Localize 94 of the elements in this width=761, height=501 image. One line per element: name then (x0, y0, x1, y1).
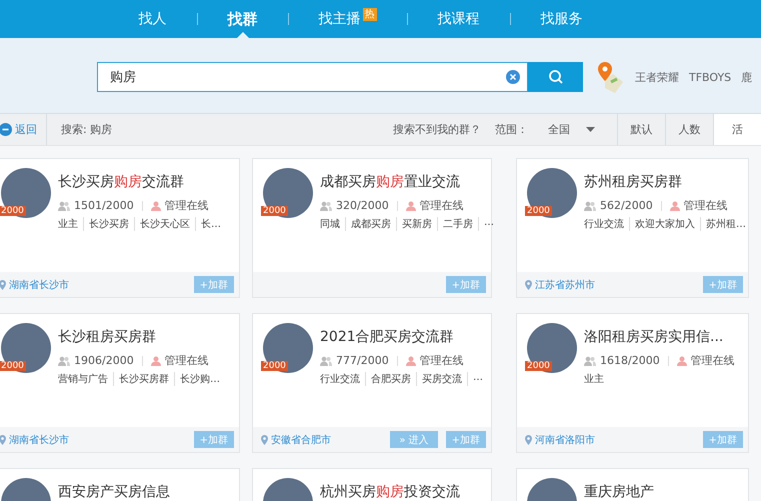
member-count: 320/2000 (336, 199, 389, 212)
admin-icon (670, 200, 680, 210)
location-pin-icon (525, 434, 532, 444)
location-link[interactable]: 安徽省合肥市 (261, 432, 331, 446)
group-tag: 买房交流 (416, 372, 462, 386)
admin-status: 管理在线 (164, 198, 209, 213)
group-tag: 欢迎大家加入 (629, 217, 695, 231)
admin-status: 管理在线 (420, 198, 464, 213)
hot-search-link[interactable]: TFBOYS (689, 70, 732, 84)
search-icon (548, 69, 564, 85)
sort-tab[interactable]: 活 (713, 114, 761, 145)
capacity-badge: 2000 (0, 361, 26, 371)
group-card[interactable]: 2000 长沙租房买房群 1906/2000 管理在线 营销与广告 长沙买房群 长沙购… 湖南省长沙市 +加群 (0, 313, 240, 453)
group-tag: 二手房 (437, 217, 473, 231)
scope-label: 范围： (495, 122, 528, 137)
group-tag: 同城 (320, 217, 340, 231)
admin-status: 管理在线 (690, 353, 735, 368)
member-count: 1906/2000 (74, 354, 134, 367)
group-card[interactable]: 重庆房地产 (516, 468, 749, 501)
capacity-badge: 2000 (525, 361, 552, 371)
members-icon (58, 356, 70, 366)
admin-icon (406, 356, 416, 366)
admin-icon (150, 200, 161, 210)
group-tag: 业主 (58, 217, 78, 231)
search-button[interactable] (528, 62, 583, 92)
group-tag: 长沙购… (174, 372, 220, 386)
admin-status: 管理在线 (420, 353, 464, 368)
scope-dropdown[interactable]: 全国 (542, 121, 601, 138)
map-pin-icon[interactable] (597, 60, 625, 94)
admin-icon (406, 200, 416, 210)
group-tag: … (478, 217, 494, 231)
members-icon (58, 200, 70, 210)
admin-status: 管理在线 (684, 198, 728, 213)
location-pin-icon (525, 280, 532, 290)
member-count: 777/2000 (336, 354, 389, 367)
hot-search-link[interactable]: 鹿 (741, 70, 752, 84)
group-card[interactable]: 2000 苏州租房买房群 562/2000 管理在线 行业交流 欢迎大家加入 苏州租… 江苏省苏州市 +加群 (516, 158, 749, 298)
group-title[interactable]: 2021合肥买房交流群 (320, 328, 483, 346)
group-title[interactable]: 洛阳租房买房实用信... (584, 328, 735, 346)
admin-status: 管理在线 (164, 353, 209, 368)
group-tag: 长沙天心区 (134, 217, 190, 231)
group-tag: 成都买房 (345, 217, 391, 231)
location-pin-icon (0, 280, 6, 290)
caret-icon (586, 127, 595, 132)
capacity-badge: 2000 (0, 206, 26, 216)
admin-icon (150, 356, 161, 366)
group-tag: 苏州租… (700, 217, 746, 231)
group-card[interactable]: 2000 洛阳租房买房实用信... 1618/2000 管理在线 业主 河南省洛阳市 +加群 (516, 313, 749, 453)
members-icon (584, 200, 596, 210)
group-title[interactable]: 成都买房购房置业交流 (320, 173, 491, 191)
member-count: 1501/2000 (74, 199, 134, 212)
search-field[interactable]: 购房 (97, 62, 528, 92)
admin-icon (676, 356, 687, 366)
clear-icon[interactable] (506, 70, 520, 84)
location-link[interactable]: 江苏省苏州市 (525, 278, 595, 292)
member-count: 1618/2000 (600, 354, 660, 367)
group-tag: 长… (195, 217, 221, 231)
group-card[interactable]: 西安房产买房信息 (0, 468, 240, 501)
group-tag: 业主 (584, 372, 604, 386)
group-tag: 合肥买房 (365, 372, 411, 386)
location-link[interactable]: 河南省洛阳市 (525, 432, 595, 446)
hot-search-link[interactable]: 王者荣耀 (635, 70, 679, 84)
capacity-badge: 2000 (261, 206, 288, 216)
group-tag: 买新房 (396, 217, 432, 231)
group-title[interactable]: 长沙租房买房群 (58, 328, 220, 346)
group-card[interactable]: 2000 长沙买房购房交流群 1501/2000 管理在线 业主 长沙买房 长沙天心区 长… 湖南省长沙市 +加群 (0, 158, 240, 298)
group-tag: 营销与广告 (58, 372, 108, 386)
members-icon (320, 200, 332, 210)
group-card[interactable]: 杭州买房购房投资交流 (252, 468, 492, 501)
location-pin-icon (261, 434, 268, 444)
location-link[interactable]: 湖南省长沙市 (0, 278, 69, 292)
group-title[interactable]: 重庆房地产 (584, 483, 654, 501)
group-title[interactable]: 杭州买房购房投资交流 (320, 483, 460, 501)
location-pin-icon (0, 434, 6, 444)
group-tag: … (467, 372, 483, 386)
group-title[interactable]: 苏州租房买房群 (584, 173, 746, 191)
help-link[interactable]: 搜索不到我的群？ (393, 122, 481, 137)
location-link[interactable]: 湖南省长沙市 (0, 432, 69, 446)
group-card[interactable]: 2000 2021合肥买房交流群 777/2000 管理在线 行业交流 合肥买房 买房交流 … 安徽省合肥市 » 进入 +加群 (252, 313, 492, 453)
back-button[interactable]: 返回 (0, 114, 47, 145)
group-tag: 行业交流 (584, 217, 624, 231)
group-title[interactable]: 西安房产买房信息 (58, 483, 170, 501)
group-tag: 长沙买房 (83, 217, 129, 231)
group-card[interactable]: 2000 成都买房购房置业交流 320/2000 管理在线 同城 成都买房 买新房 二手房 … +加群 (252, 158, 492, 298)
members-icon (584, 356, 596, 366)
members-icon (320, 356, 332, 366)
group-tag: 长沙买房群 (113, 372, 169, 386)
member-count: 562/2000 (600, 199, 653, 212)
hot-badge: 热 (362, 8, 376, 21)
group-title[interactable]: 长沙买房购房交流群 (58, 173, 221, 191)
capacity-badge: 2000 (261, 361, 288, 371)
capacity-badge: 2000 (525, 206, 552, 216)
search-query-text: 搜索: 购房 (61, 122, 112, 137)
group-tag: 行业交流 (320, 372, 360, 386)
